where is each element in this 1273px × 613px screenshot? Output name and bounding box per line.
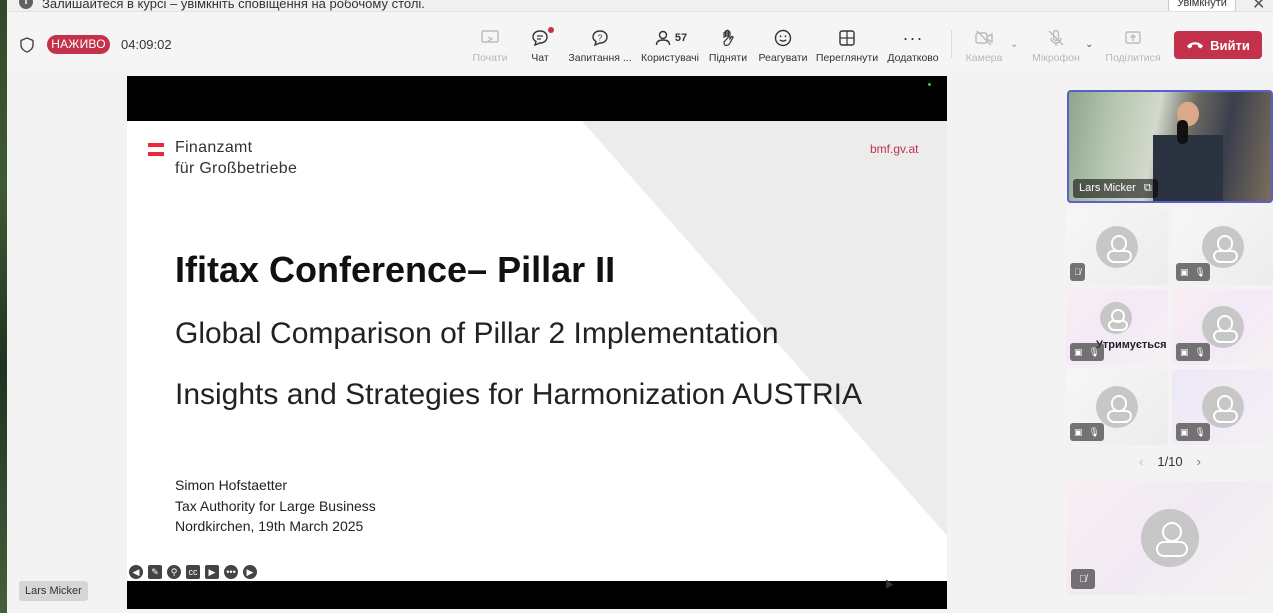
live-badge: НАЖИВО	[47, 35, 110, 54]
slide-org-line1: Finanzamt	[175, 139, 253, 156]
share-tray-icon	[1096, 26, 1170, 50]
pen-icon[interactable]: ✎	[148, 565, 162, 579]
avatar	[1100, 302, 1132, 334]
slide-url: bmf.gv.at	[870, 142, 919, 156]
camera-off-icon: ▣	[1180, 266, 1189, 277]
speaker-name-tag: Lars Micker ⧉	[1073, 179, 1158, 198]
tile-status: ▣ 🎙	[1070, 343, 1104, 361]
camera-off-icon: ▣	[1180, 426, 1189, 437]
speaker-name: Lars Micker	[1079, 182, 1136, 194]
camera-off-icon: ▣	[1074, 346, 1083, 357]
next-page-icon[interactable]: ›	[1197, 454, 1201, 469]
banner-text: Залишайтеся в курсі – увімкніть сповіщен…	[42, 0, 425, 11]
active-speaker-tile[interactable]: Lars Micker ⧉	[1067, 90, 1273, 203]
slide-author-block: Simon Hofstaetter Tax Authority for Larg…	[175, 475, 376, 537]
more-options-icon[interactable]: •••	[224, 565, 238, 579]
react-button[interactable]: Реагувати	[746, 26, 820, 64]
participant-tile[interactable]: ▣ 🎙	[1172, 289, 1273, 365]
participant-tile[interactable]: ▣ 🎙	[1172, 209, 1273, 285]
meeting-timer: 04:09:02	[121, 37, 172, 52]
mic-off-icon: 🎙̸	[1071, 569, 1095, 589]
presentation-slide: Finanzamt für Großbetriebe bmf.gv.at Ifi…	[127, 121, 947, 581]
slide-controls: ◀ ✎ ⚲ cc ▶ ••• ▶	[129, 565, 257, 579]
share-button[interactable]: Поділитися	[1096, 26, 1170, 64]
more-icon: ···	[902, 27, 924, 48]
leave-label: Вийти	[1210, 37, 1250, 53]
shield-icon[interactable]	[20, 37, 34, 53]
slide-title: Ifitax Conference– Pillar II	[175, 249, 616, 290]
recording-indicator	[928, 83, 931, 86]
self-view-tile[interactable]: 🎙̸	[1066, 481, 1273, 595]
zoom-icon[interactable]: ⚲	[167, 565, 181, 579]
next-slide-icon[interactable]: ▶	[243, 565, 257, 579]
avatar	[1096, 226, 1138, 268]
handheld-microphone	[1177, 120, 1188, 144]
austria-flag-icon	[148, 143, 164, 156]
hang-up-icon	[1187, 42, 1204, 49]
tile-status: ▣ 🎙	[1070, 423, 1104, 441]
participant-tile[interactable]: ▣ 🎙	[1172, 369, 1273, 445]
slide-author-name: Simon Hofstaetter	[175, 477, 288, 493]
slide-subtitle-1: Global Comparison of Pillar 2 Implementa…	[175, 317, 779, 350]
avatar	[1202, 226, 1244, 268]
mic-icon: 🎙	[1088, 426, 1100, 437]
camera-off-icon: ▣	[1074, 426, 1083, 437]
tile-status: ▣ 🎙	[1176, 263, 1210, 281]
on-hold-label: Утримується	[1096, 339, 1167, 351]
meeting-toolbar: НАЖИВО 04:09:02 Почати Чат ? Запитання .…	[7, 12, 1273, 73]
shared-content[interactable]: Finanzamt für Großbetriebe bmf.gv.at Ifi…	[127, 76, 947, 609]
camera-options-chevron-icon[interactable]: ⌄	[1010, 39, 1018, 50]
video-icon[interactable]: ▶	[205, 565, 219, 579]
avatar	[1141, 509, 1199, 567]
mic-icon: 🎙	[1194, 346, 1206, 357]
slide-decoration	[582, 121, 947, 581]
tile-status: ▣ 🎙	[1176, 343, 1210, 361]
avatar	[1096, 386, 1138, 428]
participant-tile[interactable]: 🎙̸	[1066, 209, 1168, 285]
notification-banner: i Залишайтеся в курсі – увімкніть сповіщ…	[7, 0, 1273, 12]
tile-status: ▣ 🎙	[1176, 423, 1210, 441]
captions-icon[interactable]: cc	[186, 565, 200, 579]
unread-dot	[548, 27, 554, 33]
info-icon: i	[19, 0, 33, 9]
participant-tile[interactable]: ▣ 🎙	[1066, 369, 1168, 445]
screen-share-icon: ⧉	[1143, 182, 1152, 194]
content-stage: Finanzamt für Großbetriebe bmf.gv.at Ifi…	[7, 73, 1059, 613]
mic-icon: 🎙	[1194, 266, 1206, 277]
smile-icon	[746, 26, 820, 50]
desktop-background	[0, 0, 7, 613]
speaker-video	[1153, 92, 1223, 201]
slide-org-line2: für Großbetriebe	[175, 160, 298, 177]
mic-off-icon: 🎙̸	[1074, 267, 1081, 277]
view-button[interactable]: Переглянути	[810, 26, 884, 64]
slide-author-date: Nordkirchen, 19th March 2025	[175, 518, 364, 534]
slide-author-org: Tax Authority for Large Business	[175, 497, 376, 514]
avatar	[1202, 306, 1244, 348]
participant-count: 57	[674, 32, 688, 44]
mic-options-chevron-icon[interactable]: ⌄	[1085, 39, 1093, 50]
presenter-name-chip: Lars Micker	[19, 581, 88, 601]
enable-notifications-button[interactable]: Увімкнути	[1168, 0, 1236, 11]
svg-text:?: ?	[598, 34, 603, 43]
mic-icon: 🎙	[1088, 346, 1100, 357]
previous-page-icon[interactable]: ‹	[1139, 454, 1143, 469]
mic-icon: 🎙	[1194, 426, 1206, 437]
more-button[interactable]: ··· Додатково	[876, 26, 950, 65]
previous-slide-icon[interactable]: ◀	[129, 565, 143, 579]
gallery-pager: ‹ 1/10 ›	[1139, 454, 1201, 469]
mic-button[interactable]: Мікрофон	[1019, 26, 1093, 64]
qna-button[interactable]: ? Запитання ...	[563, 26, 637, 64]
participant-gallery: Lars Micker ⧉ 🎙̸ ▣ 🎙 Утримується ▣ 🎙 ▣ 🎙 ▣ 🎙…	[1059, 73, 1273, 613]
mic-off-icon	[1019, 26, 1093, 50]
camera-off-icon: ▣	[1180, 346, 1189, 357]
page-indicator: 1/10	[1157, 454, 1183, 469]
tile-status: 🎙̸	[1070, 263, 1085, 281]
qna-icon: ?	[563, 26, 637, 50]
leave-button[interactable]: Вийти	[1174, 31, 1262, 59]
avatar	[1202, 386, 1244, 428]
slide-subtitle-2: Insights and Strategies for Harmonizatio…	[175, 378, 862, 411]
close-icon[interactable]: ✕	[1252, 0, 1265, 11]
view-grid-icon	[810, 26, 884, 50]
participant-tile-on-hold[interactable]: Утримується ▣ 🎙	[1066, 289, 1168, 365]
